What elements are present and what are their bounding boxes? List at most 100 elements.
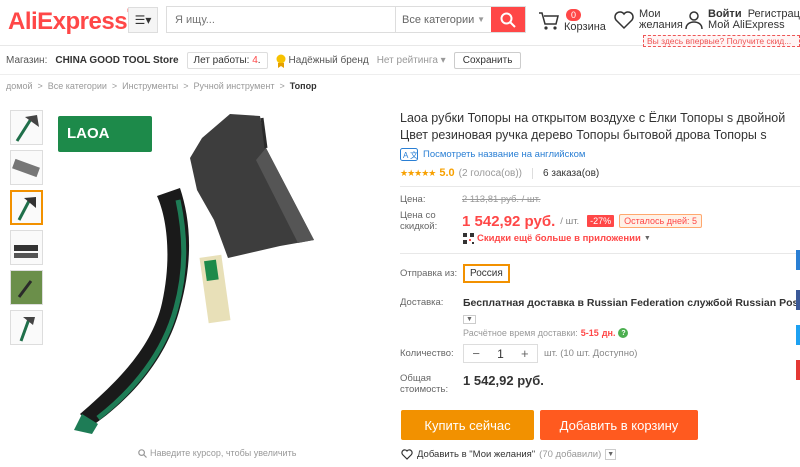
price-label: Цена: (400, 194, 426, 205)
quantity-input[interactable]: 1 (488, 347, 512, 361)
thumbnail-list (10, 110, 44, 350)
user-icon (685, 11, 703, 30)
add-to-wishlist[interactable]: Добавить в "Мои желания" (70 добавили) ▼ (401, 449, 617, 460)
product-info: Laoa рубки Топоры на открытом воздухе с … (400, 110, 800, 179)
price-unit: / шт. (560, 215, 580, 227)
shop-label: Магазин: (6, 55, 48, 66)
breadcrumb-item-all-categories[interactable]: Все категории (48, 81, 107, 91)
new-user-promo-banner[interactable]: Вы здесь впервые? Получите скид... (643, 35, 800, 47)
old-price-row: Цена: 2 113,81 руб. / шт. (400, 194, 541, 205)
store-rating-dropdown[interactable]: Нет рейтинга ▾ (377, 55, 446, 66)
quantity-label: Количество: (400, 348, 454, 359)
help-icon[interactable]: ? (618, 328, 629, 338)
quantity-stepper: − 1 + (463, 344, 538, 363)
heart-icon (614, 11, 634, 30)
add-to-cart-button[interactable]: Добавить в корзину (540, 410, 698, 440)
medal-icon (276, 54, 286, 68)
thumbnail-6[interactable] (10, 310, 43, 345)
total-price: 1 542,92 руб. (463, 373, 544, 388)
breadcrumb: домой > Все категории > Инструменты > Ручно… (6, 81, 317, 91)
trusted-brand-badge: Надёжный бренд (276, 54, 369, 68)
delivery-row: Доставка: Бесплатная доставка в Russian … (400, 297, 800, 338)
store-years-badge: Лет работы: 4. (186, 52, 268, 69)
thumbnail-4[interactable] (10, 230, 43, 265)
discount-price-label-1: Цена со (400, 210, 436, 221)
heart-icon (401, 449, 413, 460)
categories-menu-button[interactable]: ☰▾ (128, 7, 158, 33)
magnifier-icon (138, 448, 147, 458)
total-row: Общая стоимость: 1 542,92 руб. (400, 373, 544, 395)
save-store-button[interactable]: Сохранить (453, 52, 522, 69)
ship-from-row: Отправка из: Россия (400, 264, 510, 283)
search-button[interactable] (491, 7, 525, 32)
ship-from-label: Отправка из: (400, 268, 458, 279)
laoa-brand-logo: LAOA (58, 116, 152, 152)
wishlist-label-line2: желания (639, 19, 683, 31)
search-bar: Все категории ▼ (166, 6, 526, 33)
wishlist-count: (70 добавили) (539, 449, 602, 460)
rating-stars-icon: ★★★★★ (400, 167, 436, 178)
translate-icon: A文 (400, 148, 418, 161)
chevron-down-icon: ▼ (477, 15, 485, 24)
search-icon (500, 12, 516, 28)
new-price: 1 542,92 руб. (462, 212, 556, 230)
total-label-2: стоимость: (400, 384, 449, 395)
svg-text:LAOA: LAOA (67, 125, 110, 142)
search-input[interactable] (167, 7, 395, 32)
zoom-hint: Наведите курсор, чтобы увеличить (138, 448, 296, 458)
delivery-options-dropdown[interactable]: ▼ (463, 315, 476, 324)
account-area: Войти Регистрация Мой AliExpress (684, 9, 800, 31)
aliexpress-logo[interactable]: AliExpress® (8, 8, 132, 36)
thumbnail-3-selected[interactable] (10, 190, 43, 225)
orders-count: 6 заказа(ов) (543, 167, 600, 179)
divider (400, 186, 800, 187)
breadcrumb-item-hand-tools[interactable]: Ручной инструмент (194, 81, 275, 91)
cart-count-badge: 0 (566, 9, 582, 21)
delivery-label: Доставка: (400, 297, 444, 308)
delivery-method: Бесплатная доставка в Russian Federation… (463, 297, 800, 309)
svg-text:A: A (403, 151, 409, 160)
old-price: 2 113,81 руб. / шт. (462, 194, 541, 205)
total-label-1: Общая (400, 373, 432, 384)
wishlist-label: Добавить в "Мои желания" (417, 449, 536, 460)
product-title: Laoa рубки Топоры на открытом воздухе с … (400, 111, 786, 142)
search-category-label: Все категории (402, 13, 475, 26)
svg-text:文: 文 (410, 150, 418, 160)
main-product-image[interactable]: LAOA (52, 108, 388, 440)
discount-badge: -27% (587, 215, 615, 227)
quantity-decrease-button[interactable]: − (464, 346, 488, 361)
days-left-badge: Осталось дней: 5 (619, 214, 702, 228)
quantity-row: Количество: − 1 + шт. (10 шт. Доступно) (400, 344, 637, 363)
thumbnail-1[interactable] (10, 110, 43, 145)
cart-label: Корзина (564, 21, 606, 33)
wishlist-link[interactable]: Мои желания (613, 9, 683, 31)
translate-title-link[interactable]: A文 Посмотреть название на английском (400, 148, 800, 161)
new-price-row: Цена со скидкой: 1 542,92 руб. / шт. -27… (400, 210, 702, 232)
buy-now-button[interactable]: Купить сейчас (401, 410, 534, 440)
votes-link[interactable]: (2 голоса(ов)) (459, 168, 522, 179)
rating-row: ★★★★★ 5.0 (2 голоса(ов)) 6 заказа(ов) (400, 167, 800, 179)
side-strip-social (796, 360, 800, 380)
quantity-available: шт. (10 шт. Доступно) (544, 348, 638, 359)
search-category-select[interactable]: Все категории ▼ (395, 7, 491, 32)
cart-icon (539, 12, 559, 30)
quantity-increase-button[interactable]: + (513, 346, 537, 361)
product-tag (199, 254, 231, 324)
app-deal-link[interactable]: Скидки ещё больше в приложении ▼ (463, 233, 651, 244)
breadcrumb-item-tools[interactable]: Инструменты (122, 81, 178, 91)
rating-value: 5.0 (439, 167, 455, 179)
side-strip-social (796, 325, 800, 345)
ship-from-russia-option[interactable]: Россия (463, 264, 510, 283)
my-aliexpress-link[interactable]: Мой AliExpress (708, 20, 800, 31)
breadcrumb-item-current: Топор (289, 81, 317, 91)
breadcrumb-item-home[interactable]: домой (6, 81, 32, 91)
thumbnail-2[interactable] (10, 150, 43, 185)
thumbnail-5[interactable] (10, 270, 43, 305)
side-strip-blue (796, 250, 800, 270)
shop-name-link[interactable]: CHINA GOOD TOOL Store (55, 55, 178, 66)
chevron-down-icon[interactable]: ▼ (605, 449, 617, 460)
store-bar: Магазин: CHINA GOOD TOOL Store Лет работ… (0, 47, 800, 75)
site-header: AliExpress® ☰▾ Все категории ▼ Корзина 0… (0, 0, 800, 47)
qr-code-icon (463, 233, 474, 244)
discount-price-label-2: скидкой: (400, 221, 438, 232)
